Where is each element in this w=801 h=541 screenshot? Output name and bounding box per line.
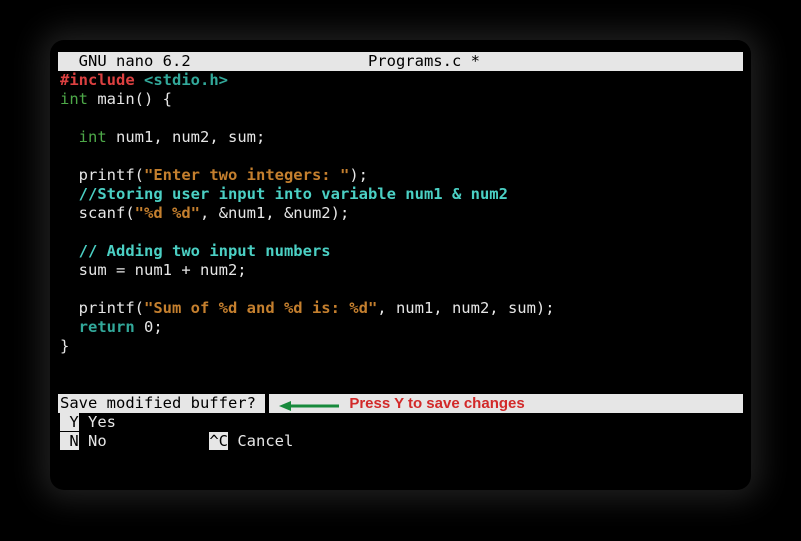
option-no-key[interactable]: N — [60, 432, 79, 450]
nano-titlebar: GNU nano 6.2 Programs.c * — [58, 52, 743, 71]
keyword-return: return — [79, 318, 135, 336]
option-yes-key[interactable]: Y — [60, 413, 79, 431]
vertical-spacer — [58, 356, 743, 394]
annotation-text: Press Y to save changes — [349, 394, 524, 413]
modified-flag: * — [471, 52, 480, 70]
include-lib: <stdio.h> — [144, 71, 228, 89]
terminal-content: GNU nano 6.2 Programs.c * #include <stdi… — [58, 52, 743, 478]
printf2-pre: printf( — [60, 299, 144, 317]
editor-name-text: GNU nano 6.2 — [79, 52, 191, 70]
type-int-decl: int — [79, 128, 107, 146]
editor-buffer[interactable]: #include <stdio.h> int main() { int num1… — [58, 71, 743, 356]
comment-store: //Storing user input into variable num1 … — [79, 185, 508, 203]
save-prompt-text: Save modified buffer? — [58, 394, 265, 413]
string-enter: "Enter two integers: " — [144, 166, 349, 184]
titlebar-spacer — [191, 52, 368, 70]
filename: Programs.c — [368, 52, 461, 70]
option-cancel-key[interactable]: ^C — [209, 432, 228, 450]
scanf-pre: scanf( — [60, 204, 135, 222]
sum-line: sum = num1 + num2; — [60, 261, 247, 279]
comment-add: // Adding two input numbers — [79, 242, 331, 260]
string-fmt: "%d %d" — [135, 204, 200, 222]
printf2-post: , num1, num2, sum); — [377, 299, 554, 317]
prompt-annotation-area: Press Y to save changes — [269, 394, 743, 413]
annotation-arrow-icon — [279, 400, 339, 408]
option-no-label: No — [79, 432, 107, 450]
type-int-main: int — [60, 90, 88, 108]
string-sum: "Sum of %d and %d is: %d" — [144, 299, 377, 317]
keyword-include: #include — [60, 71, 135, 89]
editor-name — [60, 52, 79, 70]
decl-vars: num1, num2, sum; — [107, 128, 266, 146]
close-brace: } — [60, 337, 69, 355]
terminal-window: GNU nano 6.2 Programs.c * #include <stdi… — [50, 40, 751, 490]
save-prompt-bar: Save modified buffer? Press Y to save ch… — [58, 394, 743, 413]
printf1-post: ); — [349, 166, 368, 184]
scanf-post: , &num1, &num2); — [200, 204, 349, 222]
prompt-options: Y Yes N No ^C Cancel — [58, 413, 743, 451]
option-yes-label: Yes — [79, 413, 116, 431]
option-cancel-label: Cancel — [228, 432, 293, 450]
printf1-pre: printf( — [60, 166, 144, 184]
return-rest: 0; — [135, 318, 163, 336]
main-signature: main() { — [88, 90, 172, 108]
